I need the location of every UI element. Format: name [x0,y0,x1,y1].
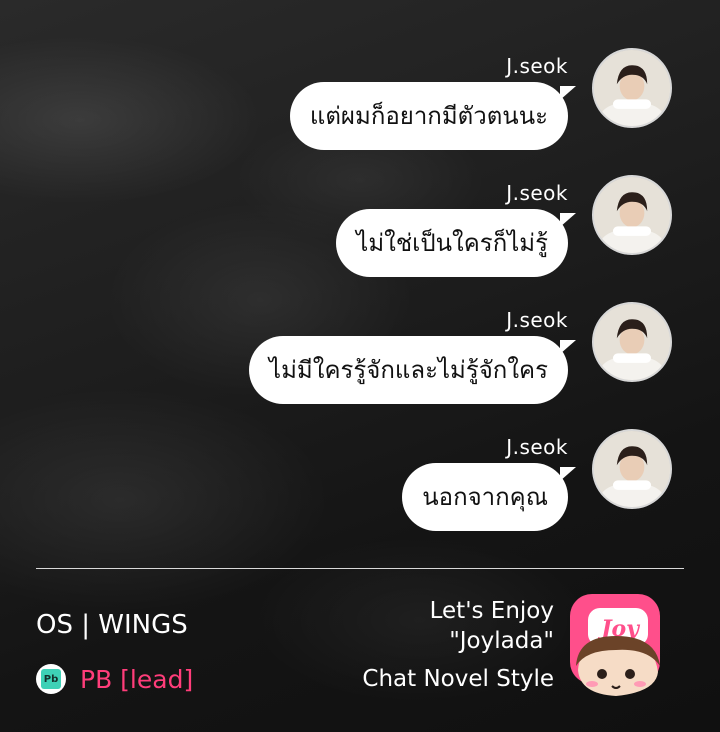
avatar[interactable] [592,175,672,255]
promo-line-2: "Joylada" [449,628,554,654]
story-title: OS | WINGS [36,610,188,640]
sender-name: J.seok [506,54,568,78]
avatar[interactable] [592,429,672,509]
sender-name: J.seok [506,181,568,205]
pb-label: PB [lead] [80,664,194,694]
pb-credit: Pb PB [lead] [36,662,193,696]
message-bubble: นอกจากคุณ [402,463,576,531]
promo-line-1: Let's Enjoy [429,598,554,624]
footer-divider [36,568,684,569]
promo-text: Let's Enjoy "Joylada" Chat Novel Style [294,596,554,700]
message-bubble: ไม่ใช่เป็นใครก็ไม่รู้ [336,209,576,277]
promo-line-3: Chat Novel Style [362,666,554,692]
sender-name: J.seok [506,435,568,459]
message-bubble: ไม่มีใครรู้จักและไม่รู้จักใคร [249,336,576,404]
avatar[interactable] [592,48,672,128]
sender-name: J.seok [506,308,568,332]
pb-icon: Pb [36,664,66,694]
avatar[interactable] [592,302,672,382]
joylada-logo[interactable]: Joy [568,592,672,704]
message-bubble: แต่ผมก็อยากมีตัวตนนะ [289,82,577,150]
pb-icon-text: Pb [41,669,61,689]
